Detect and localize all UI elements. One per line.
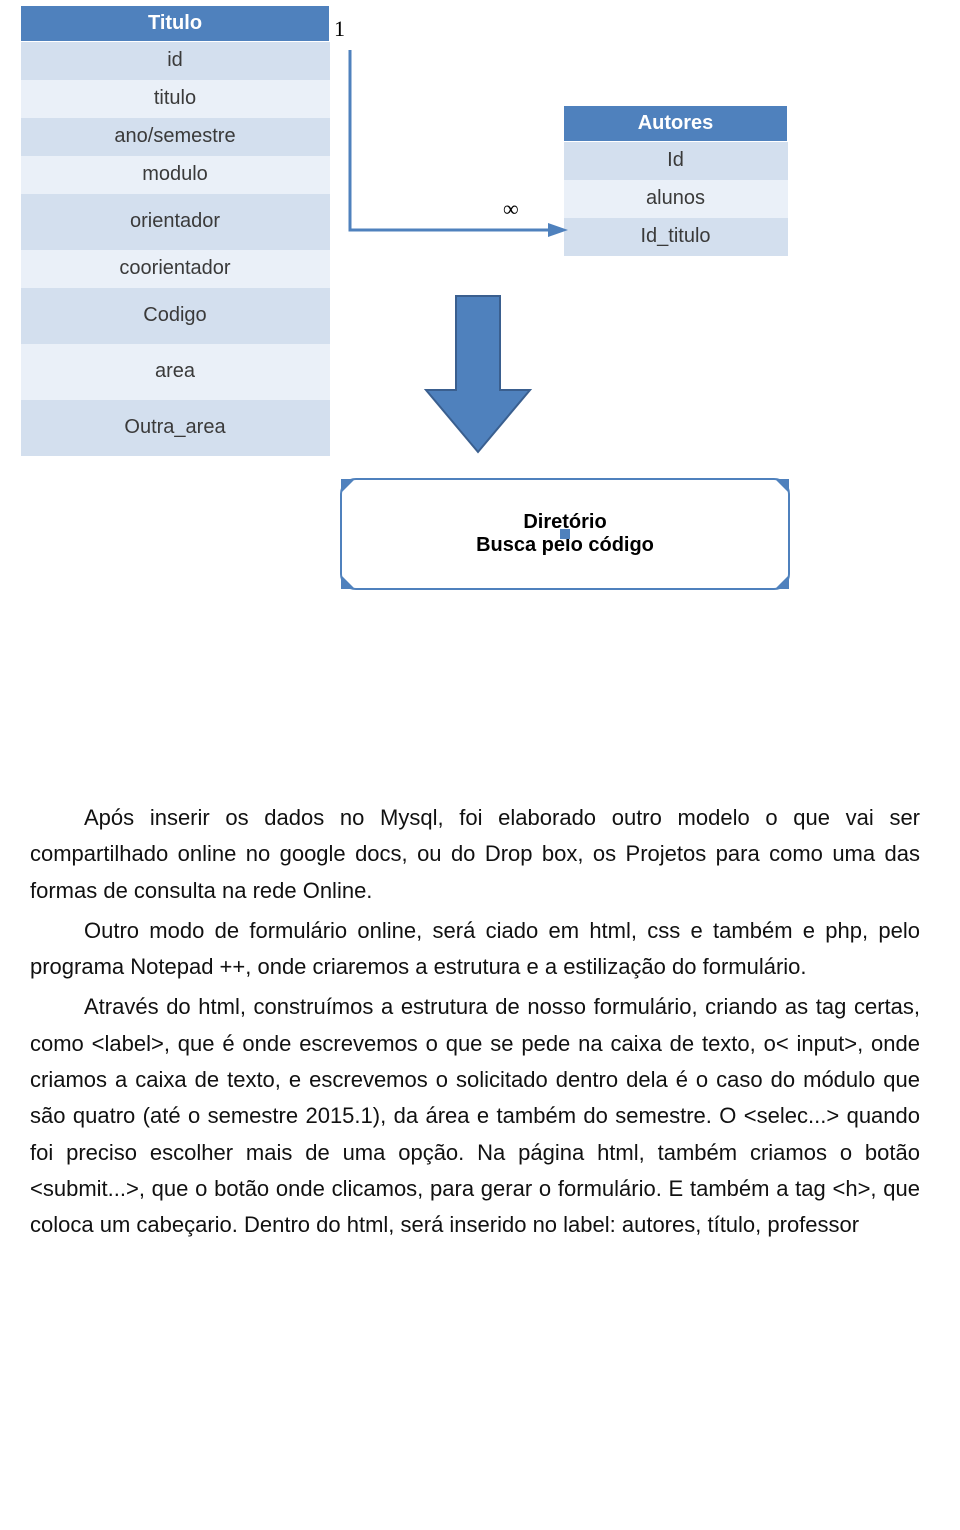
er-diagram: Titulo id titulo ano/semestre modulo ori… [0,0,960,660]
titulo-row: ano/semestre [21,118,330,156]
paragraph: Através do html, construímos a estrutura… [30,989,920,1243]
entity-header-titulo: Titulo [21,6,330,42]
titulo-row: area [21,344,330,400]
arrow-down-icon [418,290,538,460]
entity-table-autores: Autores Id alunos Id_titulo [563,105,788,256]
titulo-row: id [21,42,330,80]
titulo-row: modulo [21,156,330,194]
directory-title: Diretório [523,511,606,534]
paragraph: Após inserir os dados no Mysql, foi elab… [30,800,920,909]
autores-row: Id [564,142,788,180]
body-text: Após inserir os dados no Mysql, foi elab… [30,800,920,1244]
titulo-row: Codigo [21,288,330,344]
entity-header-autores: Autores [564,106,788,142]
directory-subtitle: Busca pelo código [476,534,654,557]
titulo-row: orientador [21,194,330,250]
autores-row: Id_titulo [564,218,788,256]
directory-box: Diretório Busca pelo código [340,478,790,590]
paragraph: Outro modo de formulário online, será ci… [30,913,920,986]
relationship-connector [330,20,570,270]
titulo-row: titulo [21,80,330,118]
titulo-row: Outra_area [21,400,330,456]
autores-row: alunos [564,180,788,218]
entity-table-titulo: Titulo id titulo ano/semestre modulo ori… [20,5,330,456]
titulo-row: coorientador [21,250,330,288]
